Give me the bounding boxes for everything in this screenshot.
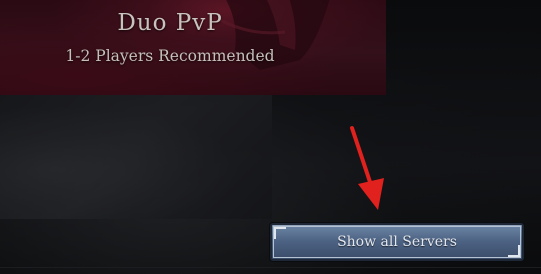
button-corner-ornament [274, 227, 286, 239]
button-corner-ornament [508, 245, 520, 257]
game-mode-card-duo-pvp[interactable]: Duo PvP 1-2 Players Recommended [0, 0, 386, 95]
game-menu-screen: Duo PvP 1-2 Players Recommended Show all… [0, 0, 541, 274]
game-mode-subtitle: 1-2 Players Recommended [65, 47, 275, 65]
show-all-servers-button[interactable]: Show all Servers [270, 223, 524, 261]
show-all-servers-label: Show all Servers [337, 234, 457, 250]
arrow-down-icon [350, 126, 384, 210]
background-panel [0, 95, 272, 219]
game-mode-title: Duo PvP [117, 10, 223, 36]
divider [0, 267, 541, 268]
